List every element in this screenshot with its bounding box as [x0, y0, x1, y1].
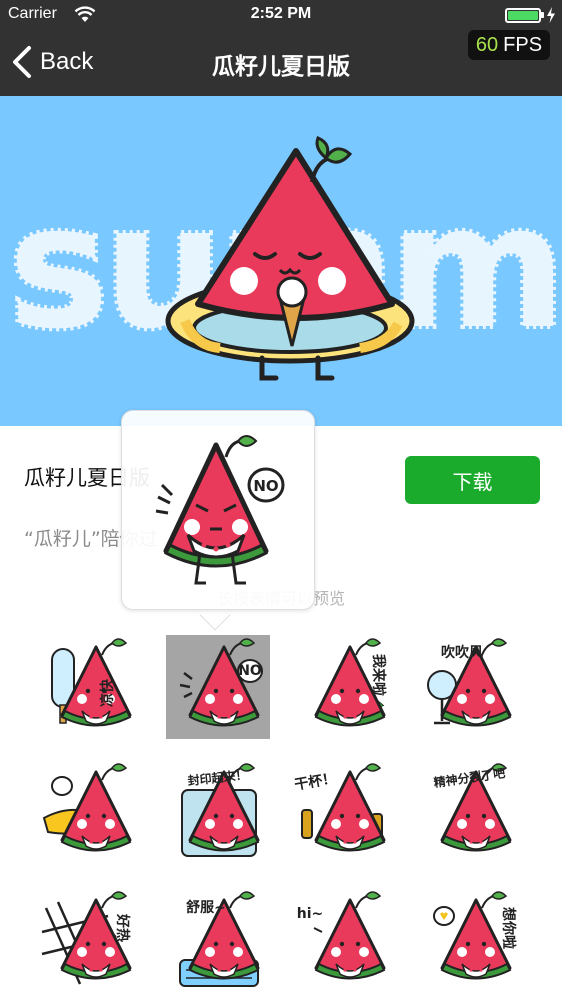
sticker-eat-watermelon-image: 我来啦	[314, 638, 387, 727]
sticker-cell[interactable]	[38, 760, 142, 864]
banner-illustration: summer	[5, 136, 562, 381]
sticker-dizzy-image	[42, 763, 132, 852]
sticker-cell[interactable]: NO	[166, 635, 270, 739]
sticker-cell[interactable]: 干杯！	[292, 760, 396, 864]
sticker-heart-text: 想你啦	[500, 906, 517, 949]
preview-sticker-image: NO	[155, 435, 285, 585]
sticker-cell[interactable]: 凉快	[38, 635, 142, 739]
sticker-net-text: 好热	[114, 913, 131, 942]
sticker-no-text: NO	[238, 663, 262, 679]
fps-monitor: 60 FPS	[468, 30, 550, 60]
sticker-cheers-text: 干杯！	[293, 770, 337, 794]
status-time: 2:52 PM	[250, 5, 312, 22]
sticker-cell[interactable]: 吹吹风	[418, 635, 522, 739]
sticker-aircon-image: 舒服~	[179, 891, 260, 987]
sticker-cell[interactable]: 精神分裂了吧	[418, 760, 522, 864]
sticker-hi-image: hi~	[297, 891, 386, 980]
battery-tip	[541, 12, 544, 18]
battery-level	[508, 11, 538, 20]
sticker-cell[interactable]: 舒服~	[166, 888, 270, 992]
sticker-no-image: NO	[179, 638, 263, 727]
sticker-cell[interactable]: 想你啦	[418, 888, 522, 992]
sticker-preview-popup: NO	[121, 410, 315, 610]
sticker-eat-watermelon-text: 我来啦	[370, 654, 387, 696]
sticker-net-image: 好热	[41, 891, 132, 985]
preview-sticker-text: NO	[253, 477, 278, 495]
sticker-frozen-text: 封印起来！	[187, 767, 248, 788]
sticker-aircon-text: 舒服~	[186, 899, 226, 916]
sticker-hi-text: hi~	[297, 906, 324, 922]
status-bar: Carrier 2:52 PM	[0, 0, 562, 30]
sticker-split-image: 精神分裂了吧	[433, 763, 512, 852]
navigation-bar: Back 瓜籽儿夏日版 60 FPS	[0, 30, 562, 96]
sticker-heart-image: 想你啦	[433, 891, 517, 980]
battery-icon	[505, 8, 541, 23]
sticker-cheers-image: 干杯！	[293, 763, 386, 852]
sticker-popsicle-image: 凉快	[51, 638, 132, 727]
pack-banner: summer	[0, 96, 562, 426]
sticker-cell[interactable]: 封印起来！	[166, 760, 270, 864]
sticker-fan-text: 吹吹风	[441, 644, 483, 661]
sticker-cell[interactable]: 好热	[38, 888, 142, 992]
sticker-fan-image: 吹吹风	[427, 638, 512, 727]
download-button[interactable]: 下载	[405, 456, 540, 504]
sticker-detail-screen: Carrier 2:52 PM Back 瓜籽儿夏日版 60 FPS 瓜籽儿夏日…	[0, 0, 562, 1000]
charging-bolt-icon	[547, 7, 555, 23]
fps-label: FPS	[503, 33, 543, 56]
fps-value: 60	[475, 33, 499, 56]
sticker-cell[interactable]: hi~	[292, 888, 396, 992]
sticker-popsicle-text: 凉快	[99, 678, 116, 707]
sticker-frozen-image: 封印起来！	[181, 763, 260, 857]
sticker-cell[interactable]: 我来啦	[292, 635, 396, 739]
